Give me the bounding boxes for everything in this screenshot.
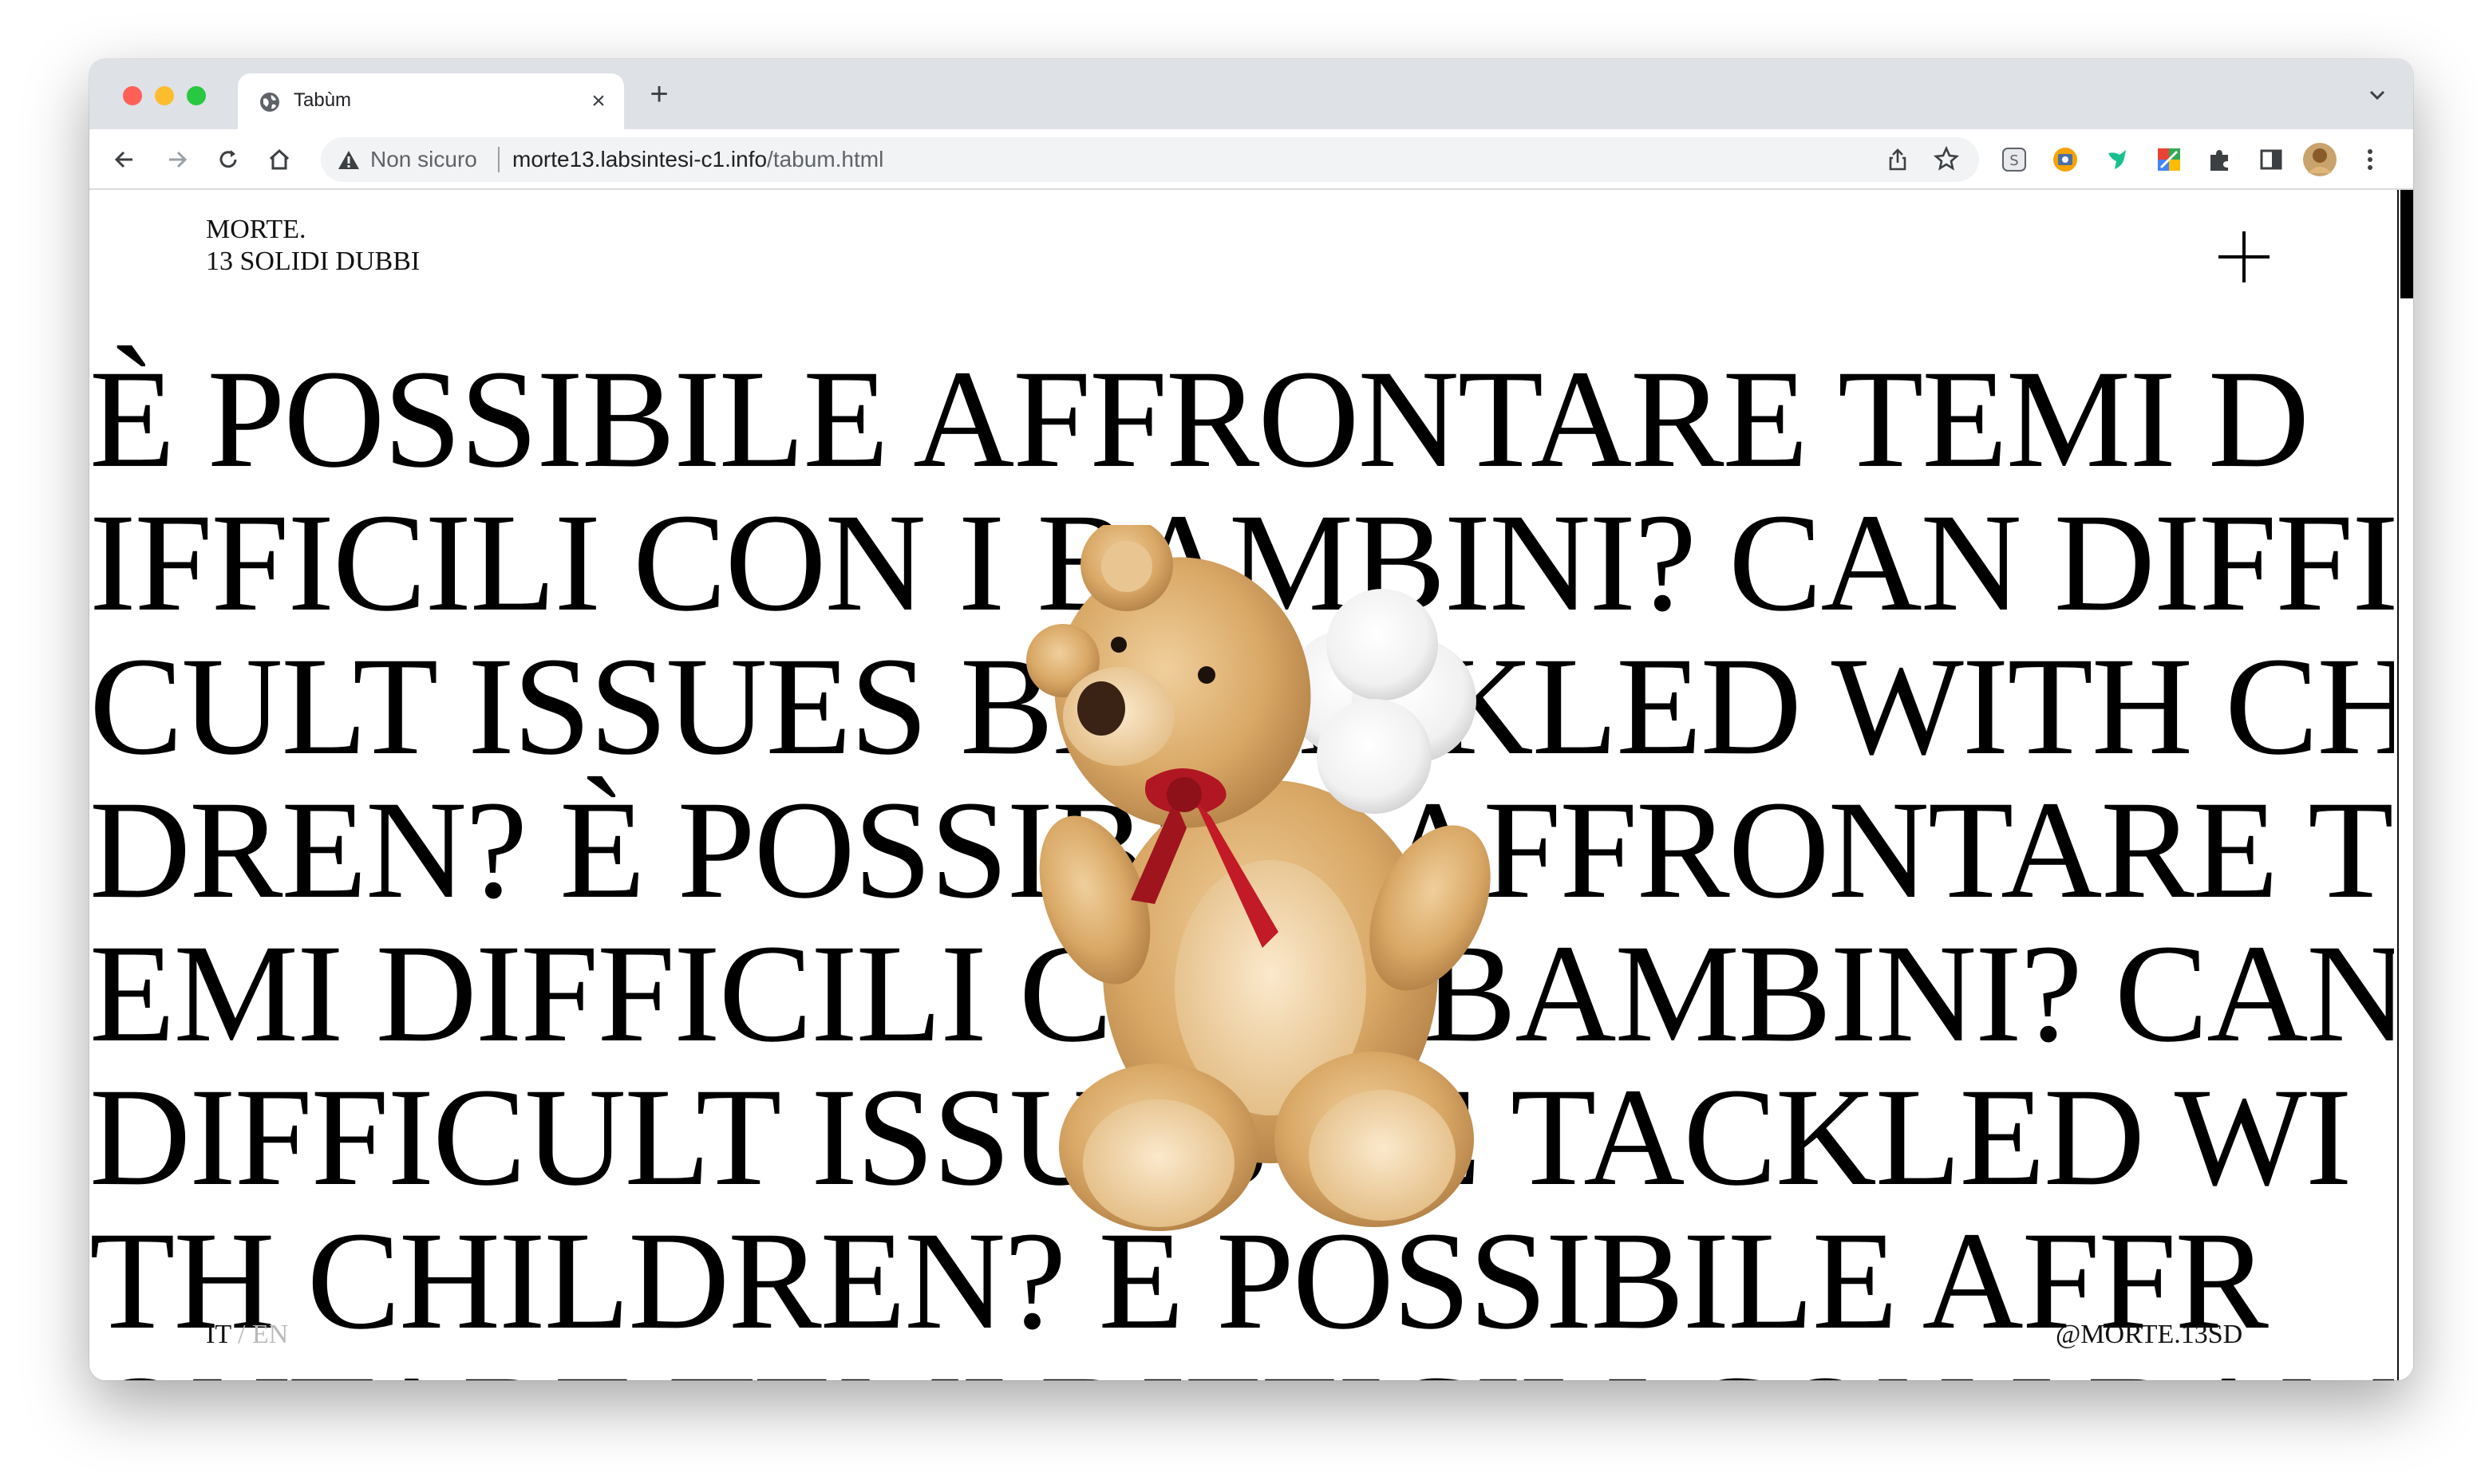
security-status[interactable]: Non sicuro [370, 147, 477, 172]
browser-toolbar: Non sicuro morte13.labsintesi-c1.info/ta… [89, 129, 2413, 190]
url-text[interactable]: morte13.labsintesi-c1.info/tabum.html [512, 147, 883, 172]
new-tab-button[interactable]: + [643, 78, 675, 112]
tab-title: Tabùm [294, 89, 352, 111]
lang-en-link[interactable]: EN [252, 1320, 288, 1349]
url-domain: morte13.labsintesi-c1.info [512, 147, 768, 172]
warning-triangle-icon[interactable] [337, 148, 361, 171]
lang-it-link[interactable]: IT [206, 1320, 231, 1349]
share-icon[interactable] [1885, 147, 1910, 172]
scrollbar-thumb[interactable] [2400, 190, 2413, 298]
home-icon[interactable] [265, 145, 294, 174]
extension-s-icon[interactable]: S [1998, 144, 2030, 176]
chevron-down-icon[interactable] [2365, 83, 2389, 107]
minimize-window-button[interactable] [155, 86, 174, 105]
extension-bird-icon[interactable] [2102, 144, 2134, 176]
lang-separator: / [231, 1320, 252, 1349]
site-logo[interactable]: MORTE. 13 SOLIDI DUBBI [206, 214, 420, 278]
language-switcher: IT / EN [206, 1320, 288, 1350]
plus-icon[interactable] [2215, 228, 2273, 286]
headline-line: ONTARE TEMI DIFFICILI CON I BAM [89, 1355, 2394, 1381]
address-bar[interactable]: Non sicuro morte13.labsintesi-c1.info/ta… [321, 137, 1979, 182]
tab-close-icon[interactable]: × [586, 89, 611, 115]
close-window-button[interactable] [123, 86, 142, 105]
instagram-handle-link[interactable]: @MORTE.13SD [2056, 1320, 2242, 1350]
globe-icon [260, 93, 279, 112]
page-scrollbar[interactable] [2397, 190, 2413, 1380]
browser-window: Tabùm × + Non sicuro morte13.labsintesi-… [89, 59, 2413, 1380]
tab-strip: Tabùm × + [89, 59, 2413, 129]
brand-line-1: MORTE. [206, 215, 306, 244]
extensions-puzzle-icon[interactable] [2204, 144, 2236, 176]
forward-arrow-icon[interactable] [163, 145, 192, 174]
side-panel-icon[interactable] [2255, 144, 2287, 176]
zoom-window-button[interactable] [187, 86, 206, 105]
svg-text:S: S [2009, 152, 2018, 169]
brand-line-2: 13 SOLIDI DUBBI [206, 247, 421, 276]
reload-icon[interactable] [214, 145, 243, 174]
address-divider [498, 147, 500, 172]
kebab-menu-icon[interactable] [2354, 144, 2386, 176]
extension-color-icon[interactable] [2153, 144, 2185, 176]
page-viewport: È POSSIBILE AFFRONTARE TEMI D IFFICILI C… [89, 190, 2413, 1380]
extension-camera-icon[interactable] [2049, 144, 2081, 176]
headline-line: È POSSIBILE AFFRONTARE TEMI D [89, 341, 2309, 497]
profile-avatar[interactable] [2301, 141, 2338, 178]
tab-tabum[interactable]: Tabùm × [238, 73, 624, 129]
bookmark-star-icon[interactable] [1933, 145, 1960, 172]
back-arrow-icon[interactable] [110, 145, 139, 174]
url-path: /tabum.html [767, 147, 884, 172]
teddy-bear-image [1026, 525, 1491, 1231]
